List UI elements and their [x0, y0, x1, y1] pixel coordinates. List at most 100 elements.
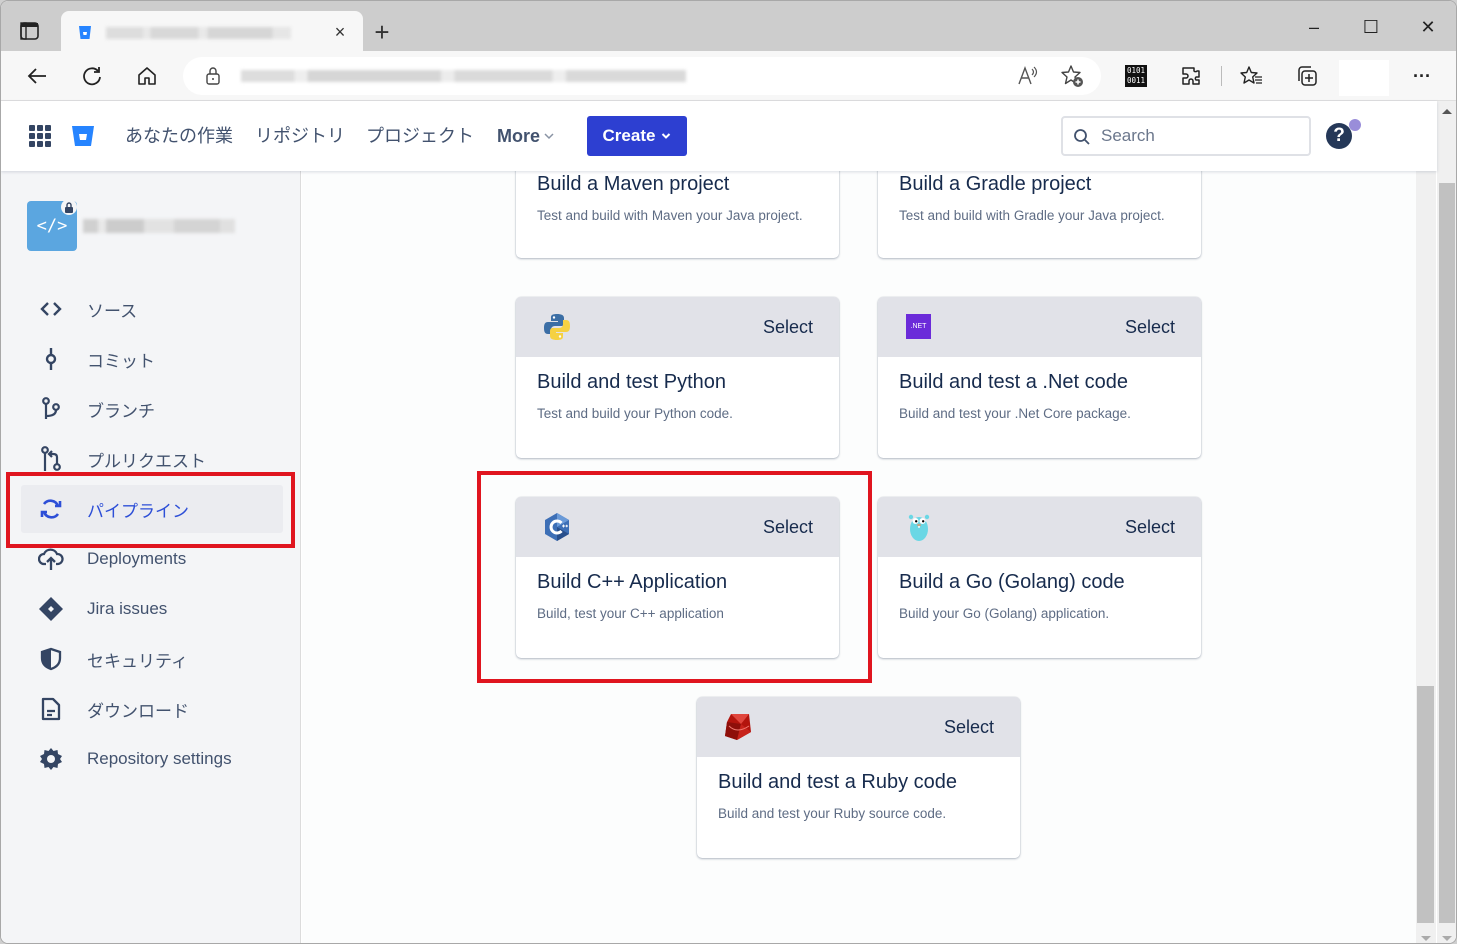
sidebar-item-label: ソース — [87, 301, 138, 321]
bitbucket-logo-icon[interactable] — [71, 125, 95, 147]
select-button[interactable]: Select — [944, 717, 994, 738]
nav-more-dropdown[interactable]: More — [497, 124, 554, 148]
template-card-ruby[interactable]: Select Build and test a Ruby code Build … — [697, 697, 1020, 858]
binary-extension-icon[interactable]: 0101 0011 — [1123, 63, 1149, 89]
template-card-python[interactable]: Select Build and test Python Test and bu… — [516, 297, 839, 458]
sidebar-item-deployments[interactable]: Deployments — [21, 535, 283, 583]
nav-projects[interactable]: プロジェクト — [366, 124, 474, 148]
template-description: Test and build with Maven your Java proj… — [537, 208, 803, 223]
favorites-icon[interactable] — [1239, 63, 1265, 89]
dotnet-logo-text: .NET — [910, 323, 927, 330]
select-button[interactable]: Select — [1125, 317, 1175, 338]
maximize-button[interactable]: ☐ — [1356, 13, 1386, 41]
template-title: Build C++ Application — [537, 571, 728, 593]
app-switcher-icon[interactable] — [29, 125, 51, 147]
sidebar-item-label: Repository settings — [87, 749, 232, 768]
template-description: Build, test your C++ application — [537, 606, 724, 621]
chevron-down-icon — [662, 133, 671, 139]
template-card-maven[interactable]: Build a Maven project Test and build wit… — [516, 171, 839, 258]
sidebar-item-label: ブランチ — [87, 401, 155, 421]
tab-actions-icon[interactable] — [19, 21, 43, 43]
create-label: Create — [602, 126, 656, 145]
template-card-go[interactable]: Select Build a Go (Golang) code Build yo… — [878, 497, 1201, 658]
scroll-up-arrow-icon[interactable] — [1442, 109, 1452, 114]
help-icon[interactable]: ? — [1326, 123, 1352, 149]
sidebar-item-downloads[interactable]: ダウンロード — [21, 685, 283, 733]
download-file-icon — [21, 697, 81, 721]
cpp-logo-icon — [545, 513, 569, 541]
browser-tab-active[interactable]: × — [61, 11, 363, 53]
app-header: あなたの作業 リポジトリ プロジェクト More Create ? — [1, 101, 1437, 171]
nav-repositories[interactable]: リポジトリ — [255, 124, 345, 148]
more-icon[interactable]: ··· — [1409, 63, 1435, 89]
profile-button[interactable] — [1339, 60, 1389, 96]
branch-icon — [21, 397, 81, 421]
page-scrollbar[interactable] — [1437, 101, 1456, 943]
select-button[interactable]: Select — [1125, 517, 1175, 538]
address-bar[interactable] — [183, 57, 1101, 95]
create-button[interactable]: Create — [587, 116, 687, 156]
sidebar-item-pull-requests[interactable]: プルリクエスト — [21, 435, 283, 483]
sidebar-item-commits[interactable]: コミット — [21, 335, 283, 383]
template-card-gradle[interactable]: Build a Gradle project Test and build wi… — [878, 171, 1201, 258]
select-button[interactable]: Select — [763, 317, 813, 338]
commit-icon — [21, 347, 81, 371]
sidebar-item-repository-settings[interactable]: Repository settings — [21, 735, 283, 783]
private-lock-icon — [61, 199, 77, 215]
sidebar-item-source[interactable]: ソース — [21, 285, 283, 333]
browser-toolbar: 0101 0011 ··· — [1, 51, 1456, 101]
content-scrollbar-thumb[interactable] — [1417, 686, 1434, 923]
select-button[interactable]: Select — [763, 517, 813, 538]
template-card-dotnet[interactable]: .NET Select Build and test a .Net code B… — [878, 297, 1201, 458]
lock-icon — [206, 67, 220, 85]
template-card-cpp[interactable]: Select Build C++ Application Build, test… — [516, 497, 839, 658]
sidebar-item-label: セキュリティ — [87, 651, 188, 671]
pipelines-icon — [21, 497, 81, 521]
template-title: Build and test Python — [537, 371, 727, 393]
python-logo-icon — [544, 314, 570, 340]
url-text[interactable] — [241, 70, 686, 82]
nav-your-work[interactable]: あなたの作業 — [125, 124, 233, 148]
repo-name[interactable] — [83, 219, 235, 233]
page-scrollbar-thumb[interactable] — [1439, 183, 1455, 923]
binary-label: 0011 — [1126, 76, 1146, 85]
search-icon — [1074, 129, 1090, 145]
back-icon[interactable] — [24, 63, 50, 89]
ruby-logo-icon — [725, 714, 751, 740]
sidebar-item-security[interactable]: セキュリティ — [21, 635, 283, 683]
sidebar-item-label: パイプライン — [87, 501, 189, 521]
content-scrollbar[interactable] — [1416, 171, 1436, 943]
template-description: Build and test your .Net Core package. — [899, 406, 1131, 421]
template-description: Build and test your Ruby source code. — [718, 806, 947, 821]
sidebar-item-pipelines[interactable]: パイプライン — [21, 485, 283, 533]
dotnet-logo-icon: .NET — [906, 314, 931, 339]
toolbar-divider — [1221, 66, 1222, 86]
template-title: Build a Gradle project — [899, 173, 1092, 195]
tab-title — [106, 27, 291, 39]
settings-gear-icon — [21, 747, 81, 771]
tab-close-button[interactable]: × — [331, 23, 349, 41]
collections-icon[interactable] — [1294, 63, 1320, 89]
extensions-icon[interactable] — [1178, 63, 1204, 89]
add-favorite-icon[interactable] — [1059, 63, 1085, 89]
pipeline-templates-panel: Build a Maven project Test and build wit… — [302, 171, 1416, 943]
search-input[interactable] — [1101, 125, 1301, 147]
home-icon[interactable] — [134, 63, 160, 89]
sidebar-item-label: Jira issues — [87, 599, 168, 618]
search-box[interactable] — [1061, 116, 1311, 156]
sidebar-item-label: コミット — [87, 351, 155, 371]
scroll-down-arrow-icon[interactable] — [1421, 936, 1431, 941]
sidebar-item-label: ダウンロード — [87, 701, 189, 721]
template-title: Build and test a .Net code — [899, 371, 1129, 393]
scroll-down-arrow-icon[interactable] — [1442, 936, 1452, 941]
sidebar-item-branches[interactable]: ブランチ — [21, 385, 283, 433]
read-aloud-icon[interactable] — [1015, 63, 1041, 89]
refresh-icon[interactable] — [79, 63, 105, 89]
user-avatar[interactable] — [1375, 117, 1413, 157]
close-window-button[interactable]: ✕ — [1413, 13, 1443, 41]
repository-sidebar: </> ソース コミット ブランチ プルリクエスト パイプライン Deploym… — [1, 171, 301, 943]
sidebar-item-jira-issues[interactable]: Jira issues — [21, 585, 283, 633]
new-tab-button[interactable]: + — [369, 19, 395, 45]
security-shield-icon — [21, 647, 81, 671]
minimize-button[interactable]: – — [1299, 13, 1329, 41]
